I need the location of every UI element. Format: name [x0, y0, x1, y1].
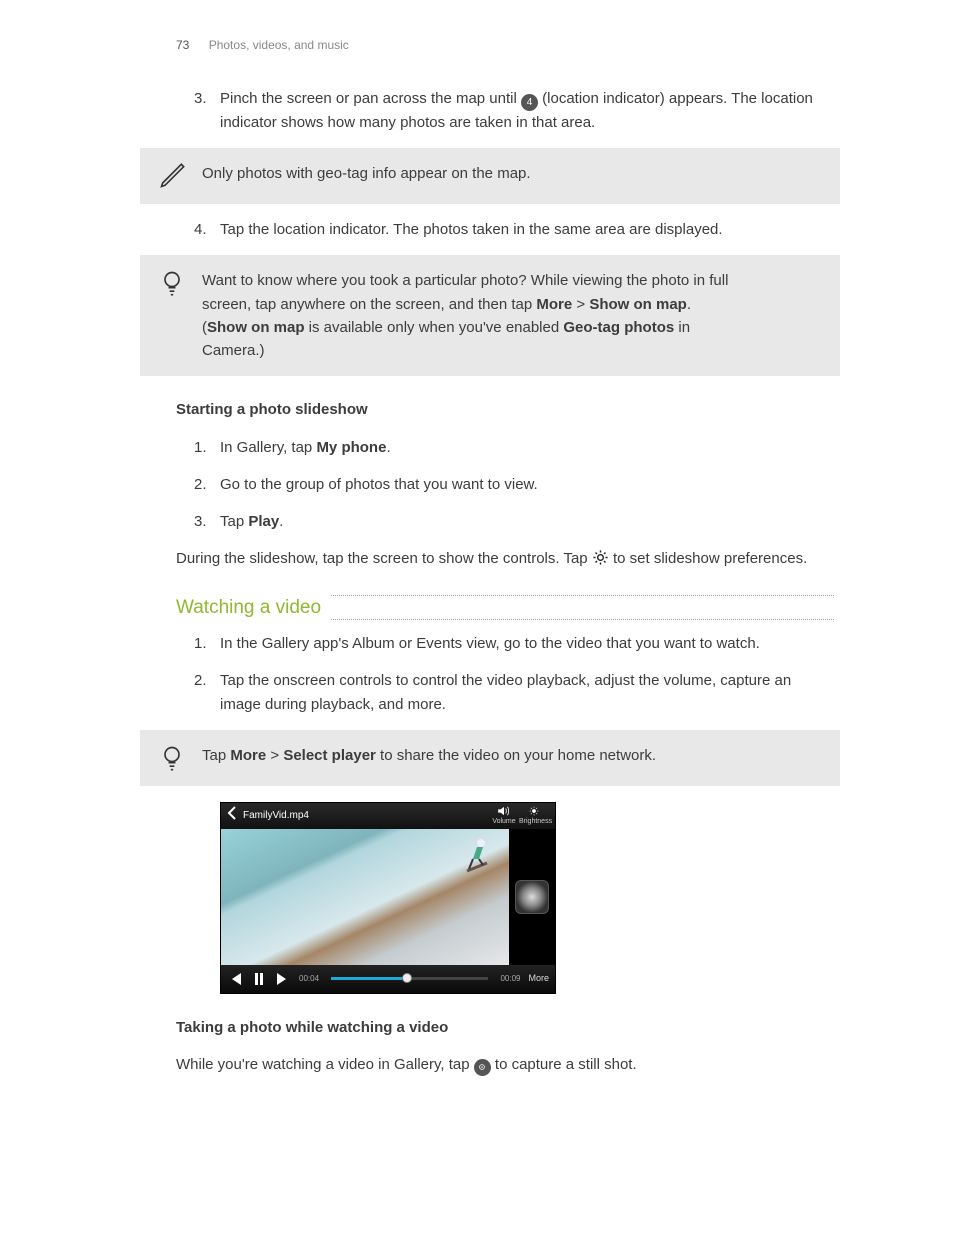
- page-number: 73: [176, 38, 189, 52]
- chapter-title: Photos, videos, and music: [209, 38, 349, 52]
- subheading-slideshow: Starting a photo slideshow: [176, 398, 834, 421]
- capture-icon: [474, 1059, 491, 1076]
- volume-button[interactable]: Volume: [489, 806, 519, 825]
- video-frame: [221, 829, 509, 965]
- more-button[interactable]: More: [528, 972, 549, 986]
- note-callout: Only photos with geo-tag info appear on …: [140, 148, 840, 204]
- time-current: 00:04: [299, 973, 319, 985]
- lightbulb-icon: [158, 744, 186, 772]
- snowboarder-figure: [463, 837, 491, 877]
- progress-knob[interactable]: [402, 973, 412, 983]
- prev-button[interactable]: [227, 971, 243, 987]
- lightbulb-icon: [158, 269, 186, 297]
- pen-icon: [158, 162, 186, 190]
- tip-callout-2: Tap More > Select player to share the vi…: [140, 730, 840, 786]
- taking-photo-text: While you're watching a video in Gallery…: [176, 1053, 834, 1076]
- steps-continued: 3. Pinch the screen or pan across the ma…: [176, 87, 834, 135]
- steps-continued-2: 4. Tap the location indicator. The photo…: [176, 218, 834, 241]
- slideshow-steps: 1. In Gallery, tap My phone. 2. Go to th…: [176, 436, 834, 534]
- list-item: 4. Tap the location indicator. The photo…: [220, 218, 834, 241]
- capture-button[interactable]: [515, 880, 549, 914]
- time-total: 00:09: [500, 973, 520, 985]
- list-item: 2. Go to the group of photos that you wa…: [220, 473, 834, 496]
- progress-fill: [331, 977, 402, 980]
- video-area[interactable]: [221, 829, 555, 965]
- next-button[interactable]: [275, 971, 291, 987]
- list-item: 3. Tap Play.: [220, 510, 834, 533]
- player-controls: 00:04 00:09 More: [221, 965, 555, 993]
- subheading-taking-photo: Taking a photo while watching a video: [176, 1016, 834, 1039]
- location-indicator-icon: 4: [521, 94, 538, 111]
- tip-callout: Want to know where you took a particular…: [140, 255, 840, 376]
- back-icon[interactable]: [227, 806, 237, 826]
- player-topbar: FamilyVid.mp4 Volume Brightness: [221, 803, 555, 829]
- watching-steps: 1. In the Gallery app's Album or Events …: [176, 632, 834, 716]
- section-watching-video: Watching a video: [176, 593, 834, 622]
- progress-bar[interactable]: [331, 977, 488, 980]
- list-item: 2. Tap the onscreen controls to control …: [220, 669, 834, 716]
- list-item: 3. Pinch the screen or pan across the ma…: [220, 87, 834, 135]
- capture-sidebar: [509, 829, 555, 965]
- gear-icon: [592, 549, 609, 566]
- section-title: Watching a video: [176, 593, 331, 622]
- list-item: 1. In Gallery, tap My phone.: [220, 436, 834, 459]
- page-header: 73 Photos, videos, and music: [0, 36, 954, 55]
- list-item: 1. In the Gallery app's Album or Events …: [220, 632, 834, 655]
- slideshow-note: During the slideshow, tap the screen to …: [176, 547, 834, 570]
- brightness-button[interactable]: Brightness: [519, 806, 549, 825]
- pause-button[interactable]: [251, 971, 267, 987]
- video-player-screenshot: FamilyVid.mp4 Volume Brightness: [220, 802, 556, 994]
- video-filename: FamilyVid.mp4: [243, 808, 489, 824]
